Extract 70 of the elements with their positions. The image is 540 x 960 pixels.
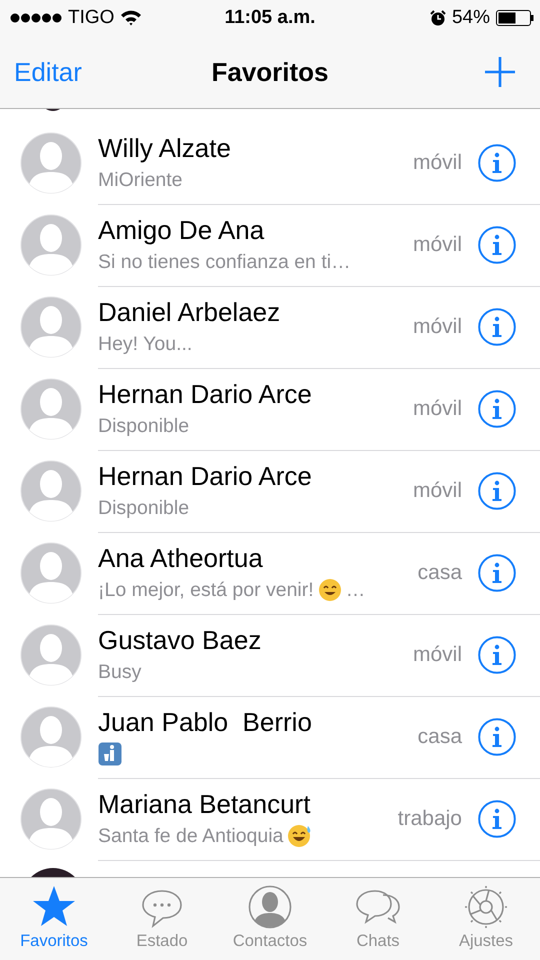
contact-name: Hernan Dario Arce <box>98 461 313 492</box>
edit-button[interactable]: Editar <box>14 56 82 88</box>
contact-row[interactable]: Hernan Dario Arce Disponible móvil <box>0 368 540 450</box>
contact-status: Busy <box>98 660 142 684</box>
signal-icon <box>10 13 62 23</box>
contact-status: Disponible <box>98 496 190 520</box>
phone-type: móvil <box>412 642 462 666</box>
avatar-placeholder-icon <box>20 132 82 194</box>
avatar-placeholder-icon <box>20 296 82 358</box>
contact-status: Disponible <box>98 414 190 438</box>
contact-name: Daniel Arbelaez <box>98 297 282 328</box>
settings-icon <box>463 884 509 930</box>
phone-type: móvil <box>412 150 462 174</box>
clock-time: 11:05 a.m. <box>224 7 316 29</box>
info-button[interactable] <box>478 390 516 428</box>
info-button[interactable] <box>478 718 516 756</box>
contact-status: Santa fe de Antioquia <box>98 824 284 848</box>
contact-name: Gustavo Baez <box>98 625 262 656</box>
contact-name: Ana Atheortua <box>98 543 264 574</box>
person-icon <box>247 884 293 930</box>
info-button[interactable] <box>478 308 516 346</box>
info-button[interactable] <box>478 800 516 838</box>
contact-row[interactable]: Hernan Dario Arce Disponible móvil <box>0 450 540 532</box>
contact-row[interactable]: Mariana Betancurt Santa fe de Antioquia trabajo <box>0 778 540 860</box>
litter-sign-icon <box>98 742 122 766</box>
phone-type: móvil <box>412 232 462 256</box>
avatar-placeholder-icon <box>20 542 82 604</box>
contact-status: Hey! You... <box>98 332 192 356</box>
phone-type: móvil <box>412 314 462 338</box>
avatar-placeholder-icon <box>20 788 82 850</box>
avatar-placeholder-icon <box>20 378 82 440</box>
contact-row[interactable]: Ana Atheortua ¡Lo mejor, está por venir! … casa <box>0 532 540 614</box>
phone-type: trabajo <box>398 806 462 830</box>
avatar-placeholder-icon <box>20 214 82 276</box>
contact-name: Willy Alzate <box>98 133 232 164</box>
info-button[interactable] <box>478 144 516 182</box>
battery-percent: 54% <box>452 7 490 29</box>
carrier-name: TIGO <box>68 7 114 29</box>
tab-button[interactable]: Favoritos <box>0 878 108 960</box>
contact-status: Si no tienes confianza en ti… <box>98 250 351 274</box>
screen-title: Favoritos <box>211 56 329 88</box>
contact-name: Amigo De Ana <box>98 215 266 246</box>
avatar-placeholder-icon <box>20 460 82 522</box>
phone-type: casa <box>418 724 462 748</box>
wifi-icon <box>120 10 142 26</box>
info-button[interactable] <box>478 472 516 510</box>
contact-name: Juan Pablo Berrio <box>98 707 313 738</box>
contact-row[interactable]: Willy Alzate MiOriente móvil <box>0 122 540 204</box>
phone-type: móvil <box>412 396 462 420</box>
ellipsis-text: … <box>346 578 366 602</box>
add-button[interactable] <box>484 56 516 88</box>
contact-row[interactable]: Gustavo Baez Busy móvil <box>0 614 540 696</box>
alarm-icon <box>430 10 446 26</box>
battery-icon <box>496 10 534 26</box>
info-button[interactable] <box>478 636 516 674</box>
smiley-icon <box>318 578 342 602</box>
contact-status: MiOriente <box>98 168 183 192</box>
phone-type: casa <box>418 560 462 584</box>
contact-status: ¡Lo mejor, está por venir! <box>98 578 314 602</box>
contact-row[interactable]: Daniel Arbelaez Hey! You... móvil <box>0 286 540 368</box>
contact-row[interactable]: Amigo De Ana Si no tienes confianza en ti… móvil <box>0 204 540 286</box>
smiley-icon <box>287 824 314 848</box>
contact-row[interactable]: Juan Pablo Berrio casa <box>0 696 540 778</box>
avatar-placeholder-icon <box>20 706 82 768</box>
avatar-placeholder-icon <box>20 624 82 686</box>
contact-name: Hernan Dario Arce <box>98 379 313 410</box>
phone-type: móvil <box>412 478 462 502</box>
info-button[interactable] <box>478 226 516 264</box>
contact-name: Mariana Betancurt <box>98 789 312 820</box>
info-button[interactable] <box>478 554 516 592</box>
